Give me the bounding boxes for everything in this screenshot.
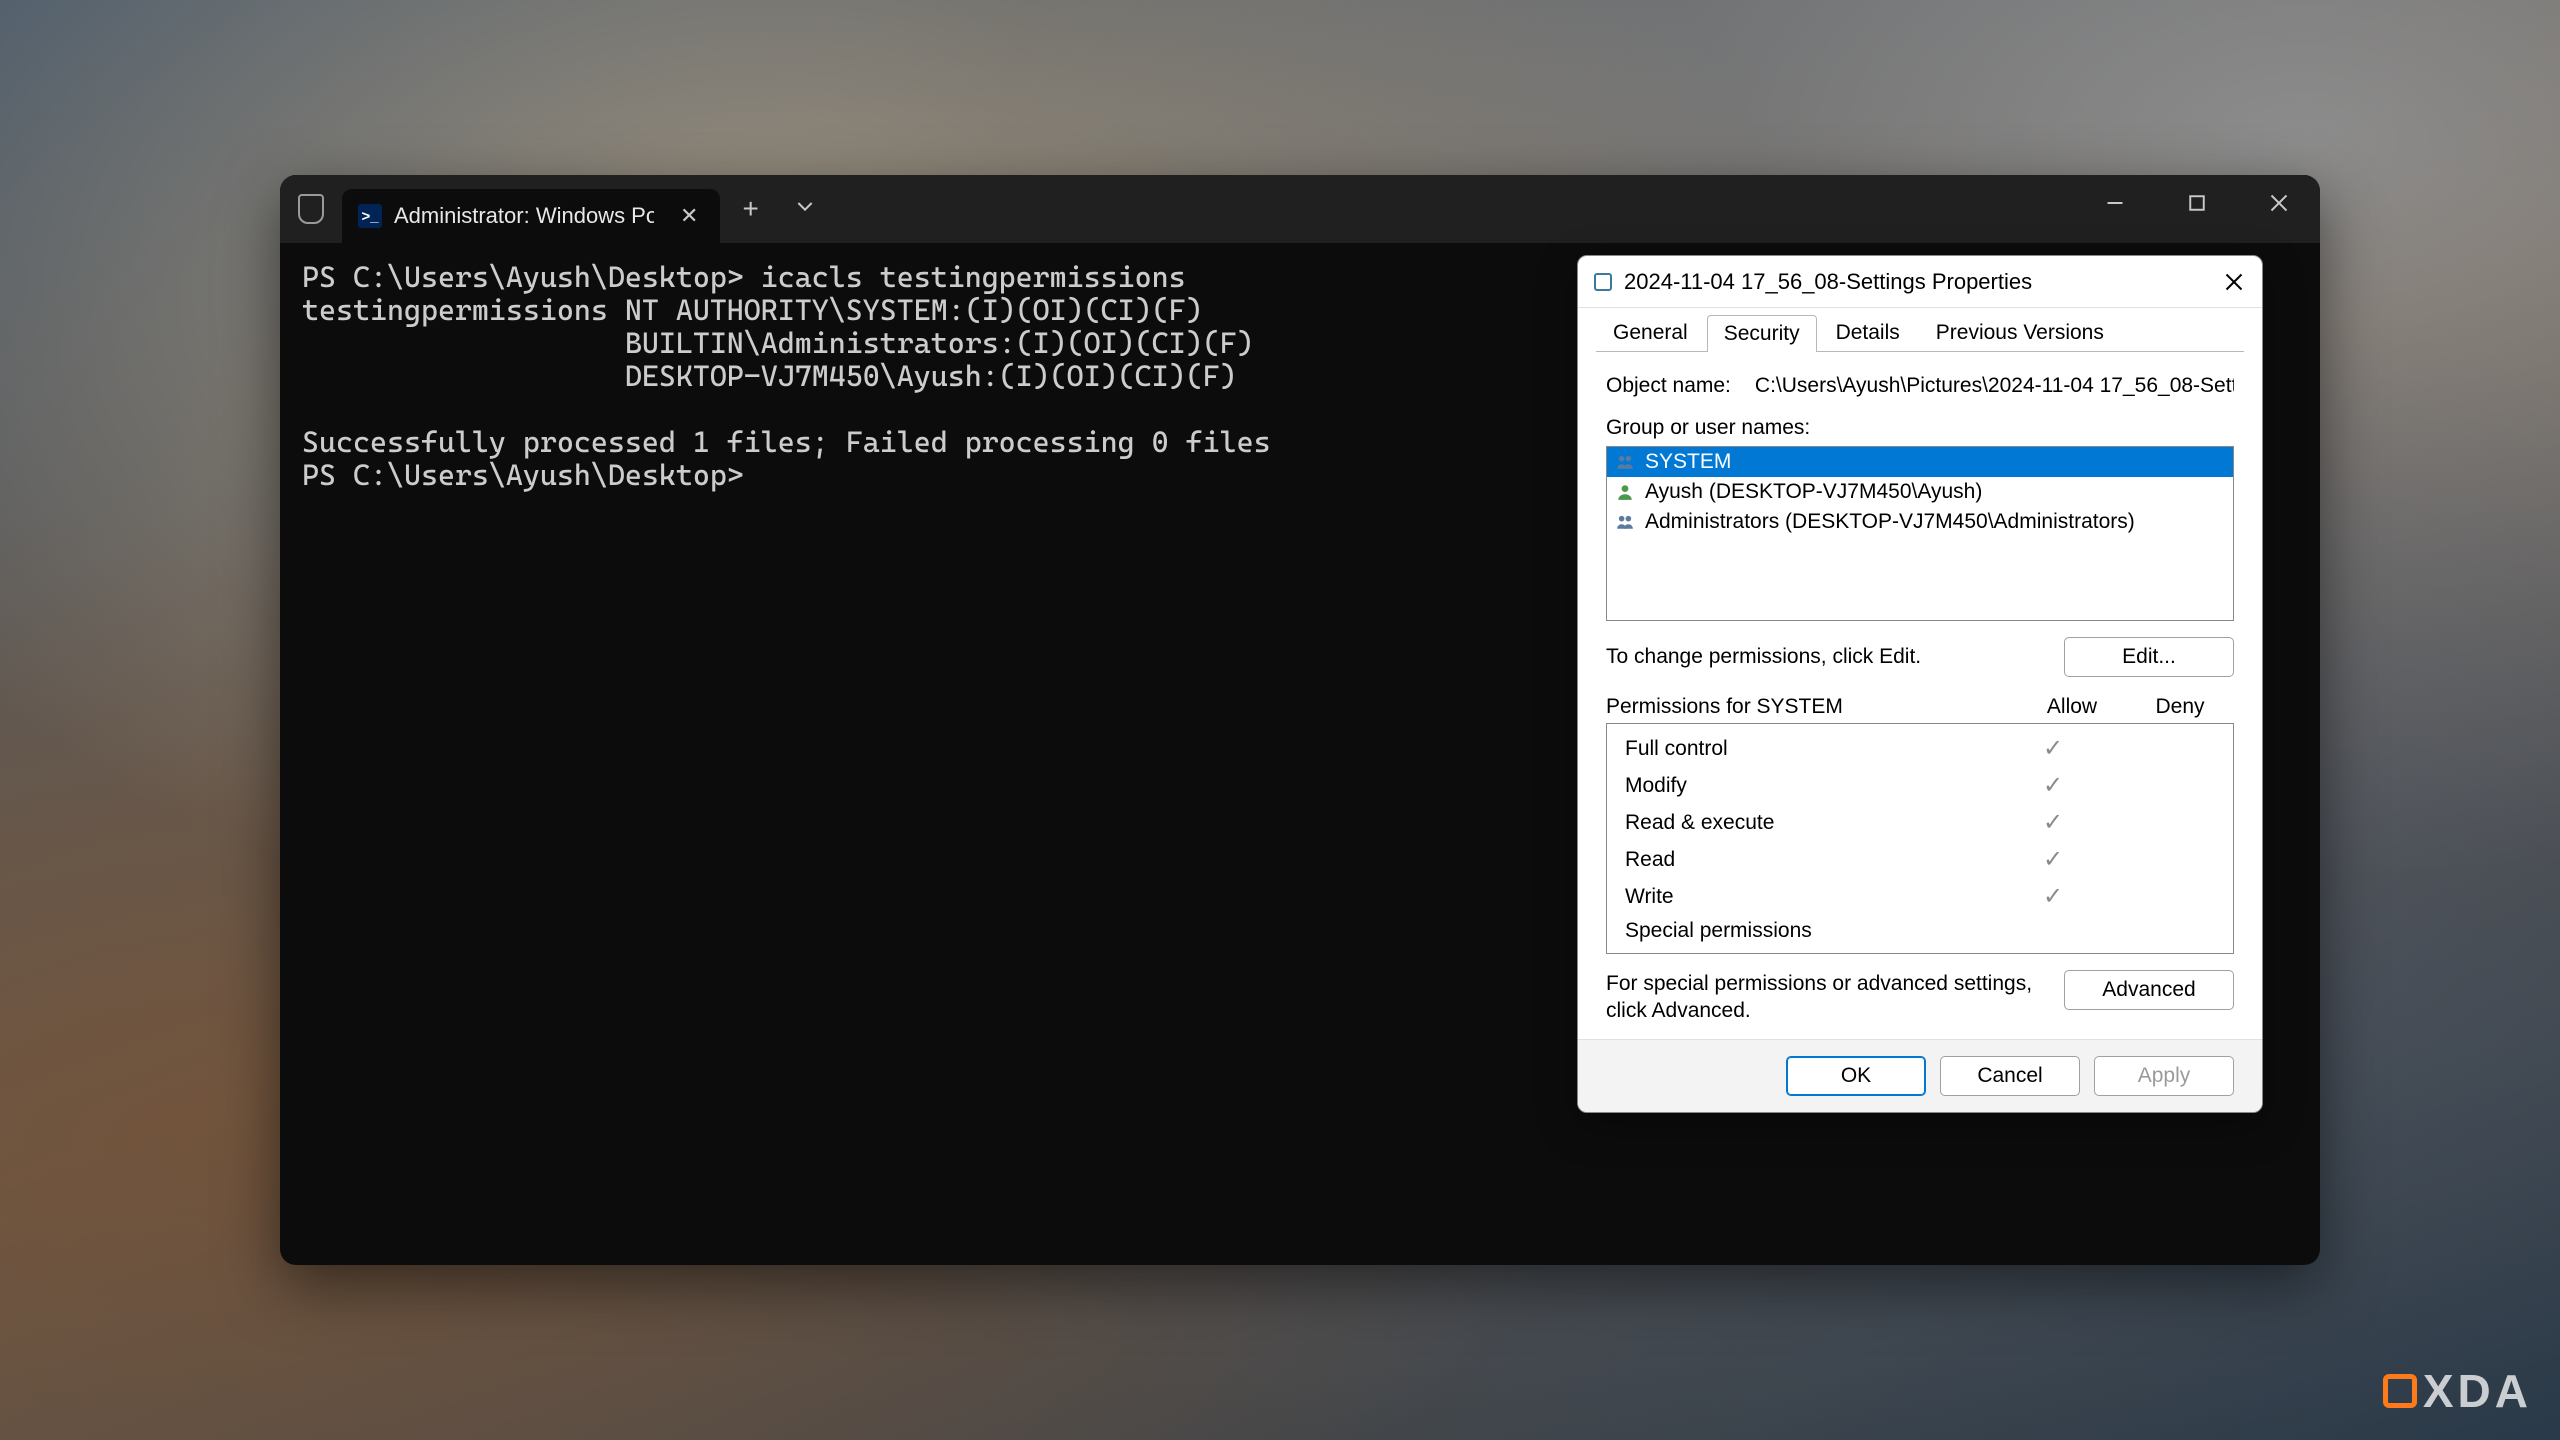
advanced-hint: For special permissions or advanced sett… [1606, 970, 2046, 1025]
minimize-button[interactable] [2074, 175, 2156, 231]
permission-row: Special permissions [1607, 915, 2233, 947]
tab-security[interactable]: Security [1707, 315, 1817, 352]
permission-row: Write✓ [1607, 878, 2233, 915]
dialog-close-button[interactable] [2216, 264, 2252, 300]
powershell-icon: >_ [358, 204, 382, 228]
group-user-list[interactable]: SYSTEM Ayush (DESKTOP-VJ7M450\Ayush) Admin… [1606, 446, 2234, 621]
ok-button[interactable]: OK [1786, 1056, 1926, 1096]
group-item-label: Administrators (DESKTOP-VJ7M450\Administ… [1645, 510, 2135, 534]
allow-column-header: Allow [2018, 695, 2126, 719]
permission-name: Special permissions [1625, 919, 1999, 943]
users-group-icon [1615, 512, 1635, 532]
object-name-label: Object name: [1606, 374, 1731, 398]
apply-button[interactable]: Apply [2094, 1056, 2234, 1096]
allow-check-icon: ✓ [1999, 882, 2107, 911]
tab-previous-versions[interactable]: Previous Versions [1919, 314, 2121, 351]
group-item[interactable]: Ayush (DESKTOP-VJ7M450\Ayush) [1607, 477, 2233, 507]
user-icon [1615, 482, 1635, 502]
object-name-value: C:\Users\Ayush\Pictures\2024-11-04 17_56… [1755, 374, 2234, 398]
tab-close-button[interactable]: ✕ [672, 199, 706, 233]
permission-row: Read & execute✓ [1607, 804, 2233, 841]
allow-check-icon: ✓ [1999, 734, 2107, 763]
group-item[interactable]: Administrators (DESKTOP-VJ7M450\Administ… [1607, 507, 2233, 537]
terminal-titlebar[interactable]: >_ Administrator: Windows Powe ✕ + [280, 175, 2320, 243]
group-item[interactable]: SYSTEM [1607, 447, 2233, 477]
properties-titlebar[interactable]: 2024-11-04 17_56_08-Settings Properties [1578, 256, 2262, 308]
permission-row: Full control✓ [1607, 730, 2233, 767]
properties-tabs: GeneralSecurityDetailsPrevious Versions [1578, 308, 2262, 351]
xda-watermark: XDA [2383, 1364, 2532, 1418]
shield-icon [298, 194, 324, 224]
group-list-label: Group or user names: [1606, 416, 2234, 440]
allow-check-icon: ✓ [1999, 845, 2107, 874]
permission-name: Read [1625, 848, 1999, 872]
cancel-button[interactable]: Cancel [1940, 1056, 2080, 1096]
new-tab-button[interactable]: + [720, 193, 780, 225]
properties-dialog: 2024-11-04 17_56_08-Settings Properties … [1577, 255, 2263, 1113]
group-item-label: Ayush (DESKTOP-VJ7M450\Ayush) [1645, 480, 1982, 504]
permission-name: Modify [1625, 774, 1999, 798]
permission-row: Read✓ [1607, 841, 2233, 878]
terminal-tab[interactable]: >_ Administrator: Windows Powe ✕ [342, 189, 720, 243]
tab-details[interactable]: Details [1819, 314, 1917, 351]
group-item-label: SYSTEM [1645, 450, 1731, 474]
tab-general[interactable]: General [1596, 314, 1705, 351]
permission-name: Full control [1625, 737, 1999, 761]
deny-column-header: Deny [2126, 695, 2234, 719]
edit-button[interactable]: Edit... [2064, 637, 2234, 677]
xda-text: XDA [2423, 1364, 2532, 1418]
permission-name: Read & execute [1625, 811, 1999, 835]
allow-check-icon: ✓ [1999, 808, 2107, 837]
maximize-button[interactable] [2156, 175, 2238, 231]
window-controls [2074, 175, 2320, 243]
permission-name: Write [1625, 885, 1999, 909]
dialog-footer: OK Cancel Apply [1578, 1039, 2262, 1112]
permissions-header: Permissions for SYSTEM [1606, 695, 2018, 719]
tab-dropdown-button[interactable] [781, 199, 829, 220]
xda-logo-icon [2383, 1374, 2417, 1408]
edit-hint: To change permissions, click Edit. [1606, 645, 2046, 669]
allow-check-icon: ✓ [1999, 771, 2107, 800]
properties-title: 2024-11-04 17_56_08-Settings Properties [1624, 269, 2204, 295]
permissions-table: Full control✓Modify✓Read & execute✓Read✓… [1606, 723, 2234, 954]
file-icon [1594, 273, 1612, 291]
users-group-icon [1615, 452, 1635, 472]
tab-title: Administrator: Windows Powe [394, 203, 654, 229]
close-button[interactable] [2238, 175, 2320, 231]
advanced-button[interactable]: Advanced [2064, 970, 2234, 1010]
permission-row: Modify✓ [1607, 767, 2233, 804]
